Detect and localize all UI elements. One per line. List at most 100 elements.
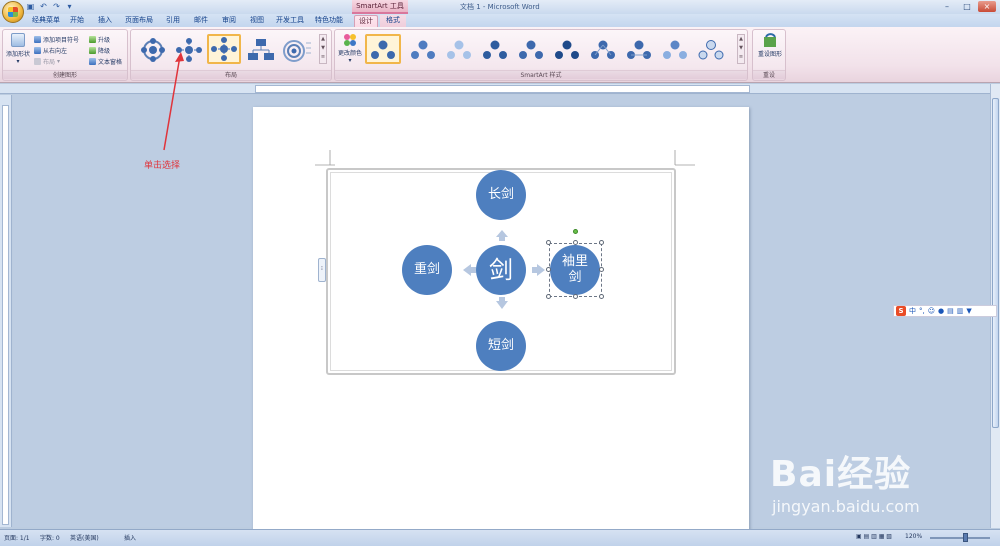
group-label-smartart-styles: SmartArt 样式 [335, 70, 747, 79]
zoom-slider-thumb[interactable] [963, 533, 968, 542]
tab-developer[interactable]: 开发工具 [274, 15, 306, 27]
arrow-down-icon [496, 297, 508, 309]
change-colors-button[interactable]: 更改颜色 ▾ [337, 32, 363, 64]
status-language[interactable]: 英语(美国) [70, 533, 99, 542]
title-bar: ▣ ↶ ↷ ▾ SmartArt 工具 文档 1 - Microsoft Wor… [0, 0, 1000, 23]
ribbon: 添加形状 ▾ 添加项目符号 从右向左 布局 ▾ 升级 降级 文本窗格 创建图形 ▲… [0, 27, 1000, 83]
undo-icon[interactable]: ↶ [39, 2, 48, 11]
zoom-slider[interactable] [930, 537, 990, 539]
change-colors-label: 更改颜色 [337, 50, 362, 57]
tab-page-layout[interactable]: 页面布局 [122, 15, 156, 27]
node-center[interactable]: 剑 [476, 245, 526, 295]
promote-button[interactable]: 升级 [89, 34, 110, 44]
resize-handle[interactable] [573, 294, 578, 299]
tab-references[interactable]: 引用 [162, 15, 184, 27]
emoji-icon[interactable]: ☺ [928, 307, 935, 315]
right-to-left-label: 从右向左 [43, 47, 68, 55]
style-gallery-item[interactable] [657, 34, 691, 64]
status-insert-mode[interactable]: 插入 [124, 533, 136, 542]
scrollbar-thumb[interactable] [992, 98, 999, 428]
style-thumbnail-icon [447, 40, 471, 59]
quick-access-toolbar: ▣ ↶ ↷ ▾ [26, 2, 74, 11]
selection-box [549, 243, 602, 297]
status-page[interactable]: 页面: 1/1 [4, 533, 30, 542]
reset-graphic-button[interactable]: 重设图形 [754, 33, 786, 58]
resize-handle[interactable] [573, 240, 578, 245]
style-gallery-item[interactable] [441, 34, 475, 64]
resize-handle[interactable] [599, 240, 604, 245]
ruler-bar [255, 85, 750, 93]
style-gallery-item[interactable] [513, 34, 547, 64]
node-top[interactable]: 长剑 [476, 170, 526, 220]
tab-home[interactable]: 开始 [66, 15, 88, 27]
punctuation-icon[interactable]: °, [919, 307, 925, 315]
customize-qat-icon[interactable]: ▾ [65, 2, 74, 11]
layout-gallery-item-selected[interactable] [207, 34, 241, 64]
text-pane-button[interactable]: 文本窗格 [89, 56, 122, 66]
tab-review[interactable]: 审阅 [218, 15, 240, 27]
resize-handle[interactable] [546, 267, 551, 272]
keyboard-icon[interactable]: ▤ [947, 307, 954, 315]
demote-label: 降级 [98, 47, 111, 55]
tab-features[interactable]: 特色功能 [312, 15, 346, 27]
resize-handle[interactable] [599, 294, 604, 299]
style-gallery-item[interactable] [405, 34, 439, 64]
skin-icon[interactable]: ▼ [966, 307, 971, 315]
watermark-brand: Bai经验 [770, 454, 912, 495]
layout-button[interactable]: 布局 ▾ [34, 56, 60, 66]
tab-classic-menu[interactable]: 经典菜单 [28, 15, 64, 27]
microphone-icon[interactable]: ● [938, 307, 944, 315]
resize-handle[interactable] [599, 267, 604, 272]
style-thumbnail-icon [591, 40, 615, 59]
tab-mailings[interactable]: 邮件 [190, 15, 212, 27]
tab-format[interactable]: 格式 [380, 15, 406, 27]
add-bullet-button[interactable]: 添加项目符号 [34, 34, 79, 44]
window-controls: – □ × [938, 1, 996, 12]
arrow-left-icon [463, 264, 476, 276]
style-gallery-item[interactable] [477, 34, 511, 64]
style-gallery-item[interactable] [585, 34, 619, 64]
tab-design[interactable]: 设计 [354, 15, 378, 27]
layout-gallery-item[interactable] [243, 34, 277, 64]
redo-icon[interactable]: ↷ [52, 2, 61, 11]
styles-gallery-scroll[interactable]: ▲ ▼ ≡ [737, 34, 745, 64]
ime-mode[interactable]: 中 [909, 306, 916, 316]
right-to-left-button[interactable]: 从右向左 [34, 45, 67, 55]
group-smartart-styles: 更改颜色 ▾ ▲ ▼ ≡ SmartArt 样式 [334, 29, 748, 81]
layout-icon [34, 57, 41, 65]
right-to-left-icon [34, 46, 41, 54]
save-icon[interactable]: ▣ [26, 2, 35, 11]
tab-insert[interactable]: 插入 [94, 15, 116, 27]
style-gallery-item[interactable] [693, 34, 727, 64]
resize-handle[interactable] [546, 240, 551, 245]
style-thumbnail-icon [663, 40, 687, 59]
node-bottom[interactable]: 短剑 [476, 321, 526, 371]
style-gallery-item[interactable] [621, 34, 655, 64]
style-gallery-item[interactable] [549, 34, 583, 64]
office-button[interactable] [2, 1, 24, 23]
bullet-icon [34, 35, 41, 43]
rotation-handle[interactable] [573, 229, 578, 234]
tab-view[interactable]: 视图 [246, 15, 268, 27]
close-button[interactable]: × [978, 1, 996, 12]
layout-gallery-item[interactable] [279, 34, 313, 64]
zoom-level[interactable]: 120% [905, 533, 922, 540]
minimize-button[interactable]: – [938, 1, 956, 12]
horizontal-ruler[interactable] [0, 84, 1000, 94]
style-gallery-item-selected[interactable] [365, 34, 401, 64]
demote-button[interactable]: 降级 [89, 45, 110, 55]
ime-toolbar[interactable]: S 中 °, ☺ ● ▤ ▥ ▼ [893, 305, 997, 317]
node-left[interactable]: 重剑 [402, 245, 452, 295]
toolbox-icon[interactable]: ▥ [957, 307, 964, 315]
resize-handle[interactable] [546, 294, 551, 299]
layouts-gallery-scroll[interactable]: ▲ ▼ ≡ [319, 34, 327, 64]
maximize-button[interactable]: □ [958, 1, 976, 12]
view-buttons[interactable]: ▣ ▤ ▥ ▦ ▧ [856, 533, 892, 540]
add-shape-button[interactable]: 添加形状 ▾ [5, 33, 31, 65]
status-words[interactable]: 字数: 0 [40, 533, 60, 542]
sogou-logo-icon: S [896, 306, 906, 316]
group-reset: 重设图形 重设 [752, 29, 786, 81]
group-create-graphic: 添加形状 ▾ 添加项目符号 从右向左 布局 ▾ 升级 降级 文本窗格 创建图形 [2, 29, 128, 81]
text-pane-toggle[interactable]: ⁝ [318, 258, 326, 282]
vertical-ruler[interactable] [0, 95, 12, 527]
